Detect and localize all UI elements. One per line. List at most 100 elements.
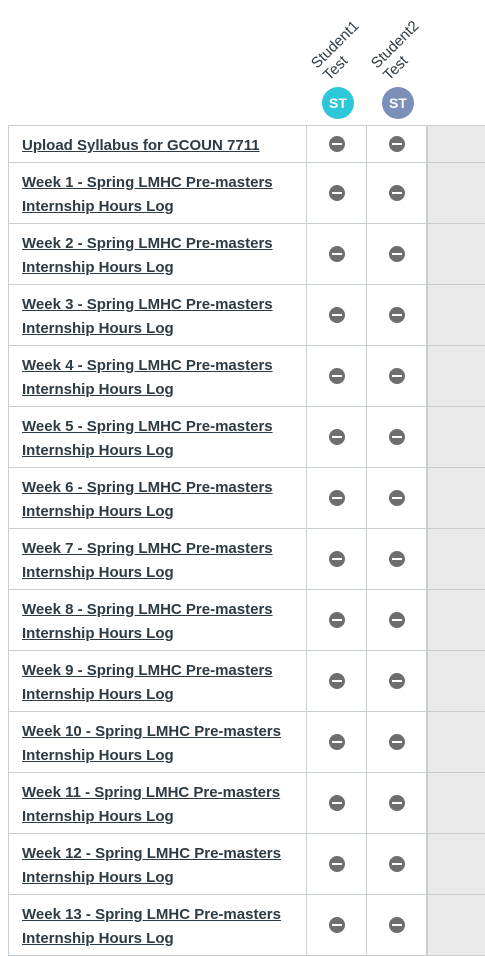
empty-column-cell (427, 407, 485, 467)
assignment-title-cell: Week 11 - Spring LMHC Pre-masters Intern… (8, 773, 307, 833)
submission-status-cell[interactable] (307, 163, 367, 223)
minus-circle-icon (388, 185, 405, 201)
submission-status-cell[interactable] (307, 468, 367, 528)
empty-column-cell (427, 126, 485, 162)
table-row: Week 2 - Spring LMHC Pre-masters Interns… (8, 224, 485, 285)
assignment-link[interactable]: Week 6 - Spring LMHC Pre-masters Interns… (22, 479, 273, 520)
submission-status-cell[interactable] (367, 529, 427, 589)
assignment-link[interactable]: Week 9 - Spring LMHC Pre-masters Interns… (22, 662, 273, 703)
minus-circle-icon (388, 136, 405, 152)
table-row: Week 6 - Spring LMHC Pre-masters Interns… (8, 468, 485, 529)
avatar[interactable]: ST (322, 87, 354, 119)
assignment-title-cell: Week 2 - Spring LMHC Pre-masters Interns… (8, 224, 307, 284)
empty-column-cell (427, 773, 485, 833)
submission-status-cell[interactable] (307, 346, 367, 406)
submission-status-cell[interactable] (367, 224, 427, 284)
minus-circle-icon (388, 246, 405, 262)
submission-status-cell[interactable] (367, 712, 427, 772)
table-row: Week 8 - Spring LMHC Pre-masters Interns… (8, 590, 485, 651)
submission-status-cell[interactable] (307, 285, 367, 345)
submission-status-cell[interactable] (307, 126, 367, 162)
minus-circle-icon (388, 368, 405, 384)
submission-status-cell[interactable] (367, 163, 427, 223)
assignment-link[interactable]: Week 4 - Spring LMHC Pre-masters Interns… (22, 357, 273, 398)
submission-status-cell[interactable] (307, 529, 367, 589)
assignment-link[interactable]: Week 2 - Spring LMHC Pre-masters Interns… (22, 235, 273, 276)
table-row: Week 11 - Spring LMHC Pre-masters Intern… (8, 773, 485, 834)
assignment-link[interactable]: Week 12 - Spring LMHC Pre-masters Intern… (22, 845, 281, 886)
minus-circle-icon (328, 429, 345, 445)
submission-status-cell[interactable] (367, 468, 427, 528)
assignment-link[interactable]: Week 13 - Spring LMHC Pre-masters Intern… (22, 906, 281, 947)
table-row: Week 10 - Spring LMHC Pre-masters Intern… (8, 712, 485, 773)
submission-status-cell[interactable] (307, 651, 367, 711)
submission-status-cell[interactable] (367, 834, 427, 894)
submission-status-cell[interactable] (367, 346, 427, 406)
minus-circle-icon (388, 734, 405, 750)
assignment-title-cell: Week 5 - Spring LMHC Pre-masters Interns… (8, 407, 307, 467)
empty-column-cell (427, 163, 485, 223)
minus-circle-icon (388, 429, 405, 445)
assignment-link[interactable]: Week 7 - Spring LMHC Pre-masters Interns… (22, 540, 273, 581)
minus-circle-icon (328, 185, 345, 201)
empty-column-cell (427, 712, 485, 772)
submission-status-cell[interactable] (367, 773, 427, 833)
table-row: Week 9 - Spring LMHC Pre-masters Interns… (8, 651, 485, 712)
submission-status-cell[interactable] (307, 590, 367, 650)
minus-circle-icon (388, 612, 405, 628)
empty-column-cell (427, 529, 485, 589)
minus-circle-icon (388, 795, 405, 811)
assignment-title-cell: Week 8 - Spring LMHC Pre-masters Interns… (8, 590, 307, 650)
minus-circle-icon (388, 490, 405, 506)
table-row: Week 4 - Spring LMHC Pre-masters Interns… (8, 346, 485, 407)
assignment-title-cell: Week 3 - Spring LMHC Pre-masters Interns… (8, 285, 307, 345)
assignment-link[interactable]: Week 1 - Spring LMHC Pre-masters Interns… (22, 174, 273, 215)
assignment-title-cell: Week 4 - Spring LMHC Pre-masters Interns… (8, 346, 307, 406)
table-row: Week 13 - Spring LMHC Pre-masters Intern… (8, 895, 485, 956)
assignment-title-cell: Week 7 - Spring LMHC Pre-masters Interns… (8, 529, 307, 589)
submission-status-cell[interactable] (367, 895, 427, 955)
minus-circle-icon (328, 368, 345, 384)
table-row: Week 3 - Spring LMHC Pre-masters Interns… (8, 285, 485, 346)
submission-status-cell[interactable] (367, 285, 427, 345)
student-column-header-2[interactable]: Student2 Test ST (368, 0, 428, 126)
submission-status-cell[interactable] (307, 407, 367, 467)
assignment-link[interactable]: Upload Syllabus for GCOUN 7711 (22, 137, 260, 154)
assignment-link[interactable]: Week 5 - Spring LMHC Pre-masters Interns… (22, 418, 273, 459)
minus-circle-icon (328, 734, 345, 750)
assignment-title-cell: Week 13 - Spring LMHC Pre-masters Intern… (8, 895, 307, 955)
submission-status-cell[interactable] (367, 651, 427, 711)
minus-circle-icon (328, 551, 345, 567)
assignment-title-cell: Week 6 - Spring LMHC Pre-masters Interns… (8, 468, 307, 528)
assignment-link[interactable]: Week 10 - Spring LMHC Pre-masters Intern… (22, 723, 281, 764)
empty-column-cell (427, 224, 485, 284)
assignment-link[interactable]: Week 11 - Spring LMHC Pre-masters Intern… (22, 784, 280, 825)
minus-circle-icon (328, 917, 345, 933)
submission-status-cell[interactable] (367, 590, 427, 650)
minus-circle-icon (328, 136, 345, 152)
submission-status-cell[interactable] (307, 712, 367, 772)
submission-status-cell[interactable] (307, 834, 367, 894)
avatar[interactable]: ST (382, 87, 414, 119)
minus-circle-icon (328, 612, 345, 628)
student-column-header-1[interactable]: Student1 Test ST (308, 0, 368, 126)
assignment-link[interactable]: Week 8 - Spring LMHC Pre-masters Interns… (22, 601, 273, 642)
table-row: Upload Syllabus for GCOUN 7711 (8, 126, 485, 163)
assignment-title-cell: Week 9 - Spring LMHC Pre-masters Interns… (8, 651, 307, 711)
empty-column-cell (427, 346, 485, 406)
minus-circle-icon (328, 856, 345, 872)
submission-status-cell[interactable] (307, 224, 367, 284)
submission-status-cell[interactable] (307, 773, 367, 833)
table-row: Week 12 - Spring LMHC Pre-masters Intern… (8, 834, 485, 895)
submission-status-cell[interactable] (367, 407, 427, 467)
assignment-title-cell: Week 10 - Spring LMHC Pre-masters Intern… (8, 712, 307, 772)
assignment-title-cell: Week 12 - Spring LMHC Pre-masters Intern… (8, 834, 307, 894)
submission-status-cell[interactable] (367, 126, 427, 162)
empty-column-cell (427, 285, 485, 345)
empty-column-cell (427, 834, 485, 894)
submission-status-cell[interactable] (307, 895, 367, 955)
empty-column-cell (427, 590, 485, 650)
minus-circle-icon (388, 856, 405, 872)
assignment-link[interactable]: Week 3 - Spring LMHC Pre-masters Interns… (22, 296, 273, 337)
table-row: Week 7 - Spring LMHC Pre-masters Interns… (8, 529, 485, 590)
